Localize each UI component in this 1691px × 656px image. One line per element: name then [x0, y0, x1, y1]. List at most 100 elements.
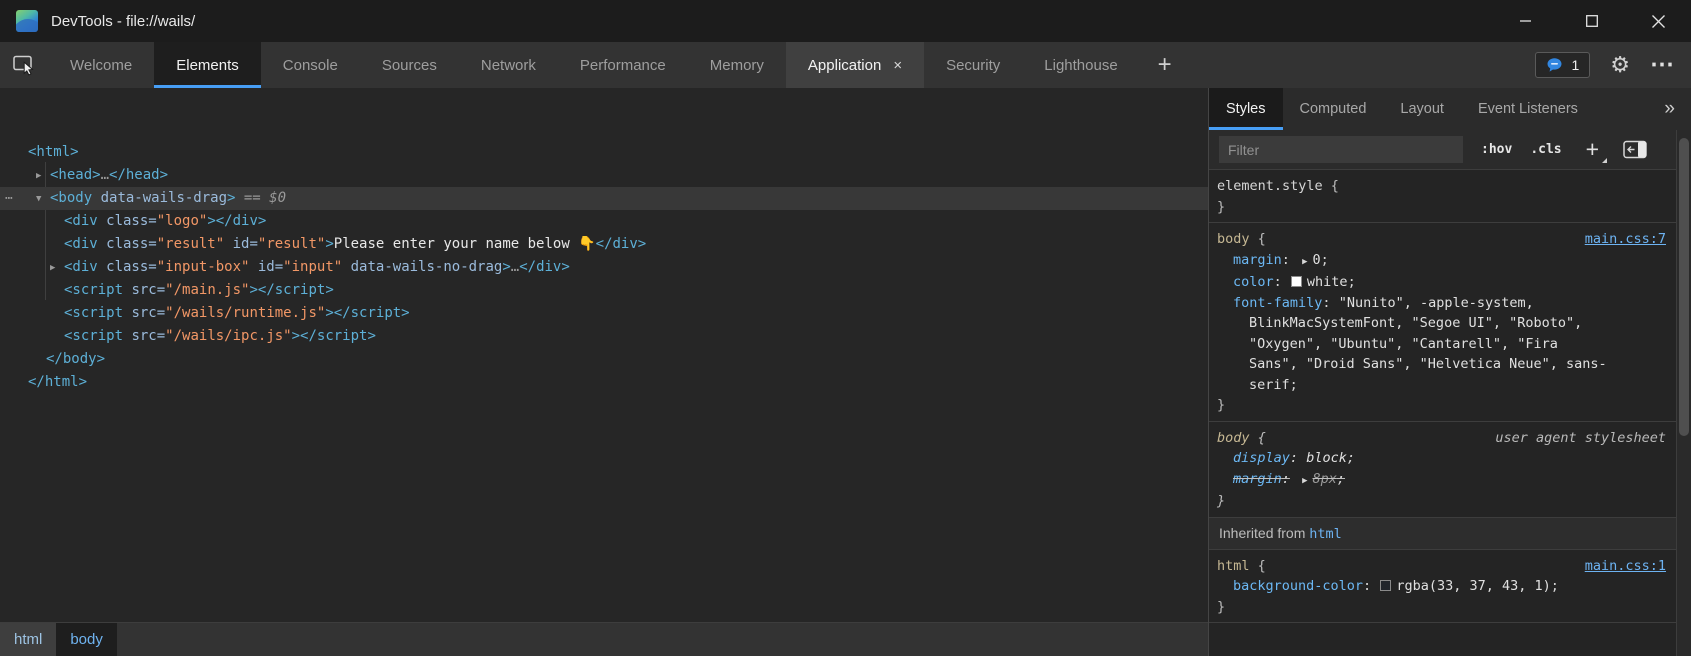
expand-arrow-icon[interactable]: ▶: [36, 165, 41, 188]
property-name[interactable]: color: [1233, 274, 1274, 290]
sidebar-tab-event-listeners[interactable]: Event Listeners: [1461, 88, 1595, 130]
tab-memory[interactable]: Memory: [688, 42, 786, 88]
dom-tree-row[interactable]: <html>: [0, 141, 1208, 164]
dom-tree-row[interactable]: </html>: [0, 371, 1208, 394]
more-options-icon[interactable]: ⋯: [1650, 59, 1675, 71]
rule-selector[interactable]: body: [1217, 430, 1250, 446]
tab-sources[interactable]: Sources: [360, 42, 459, 88]
tab-lighthouse[interactable]: Lighthouse: [1022, 42, 1139, 88]
code-segment: "input-box": [157, 259, 250, 275]
breadcrumb-body[interactable]: body: [56, 623, 117, 656]
issues-chat-icon: [1546, 57, 1563, 73]
dom-tree-row[interactable]: <script src="/main.js"></script>: [0, 279, 1208, 302]
code-segment: "result": [157, 236, 224, 252]
sidebar-tab-styles[interactable]: Styles: [1209, 88, 1283, 130]
tab-performance[interactable]: Performance: [558, 42, 688, 88]
add-tab-button[interactable]: +: [1140, 42, 1190, 88]
property-colon: :: [1274, 274, 1282, 290]
tab-security[interactable]: Security: [924, 42, 1022, 88]
close-tab-icon[interactable]: ×: [893, 57, 902, 74]
dom-tree-row[interactable]: ▶<div class="input-box" id="input" data-…: [0, 256, 1208, 279]
tab-label: Elements: [176, 57, 239, 74]
color-swatch[interactable]: [1380, 580, 1391, 591]
toggle-pseudo-state-button[interactable]: :hov: [1481, 142, 1512, 157]
sidebar-tab-computed[interactable]: Computed: [1283, 88, 1384, 130]
sidebar-tabs: StylesComputedLayoutEvent Listeners »: [1209, 88, 1691, 130]
open-brace: {: [1250, 558, 1266, 574]
tab-label: Memory: [710, 57, 764, 74]
code-segment: ></div>: [207, 213, 266, 229]
new-style-rule-button[interactable]: +: [1580, 138, 1605, 161]
css-property[interactable]: margin: ▶0;: [1217, 250, 1610, 273]
property-name[interactable]: display: [1233, 450, 1290, 466]
property-value[interactable]: 8px: [1312, 471, 1336, 487]
property-value[interactable]: 0: [1312, 252, 1320, 268]
rule-selector[interactable]: body: [1217, 231, 1250, 247]
close-button[interactable]: [1625, 0, 1691, 42]
color-swatch[interactable]: [1291, 276, 1302, 287]
css-property[interactable]: display: block;: [1217, 448, 1610, 469]
code-segment: id=: [224, 236, 258, 252]
property-value[interactable]: block: [1306, 450, 1347, 466]
breadcrumb-html[interactable]: html: [0, 623, 56, 656]
close-brace: }: [1217, 395, 1666, 416]
dom-tree-row[interactable]: <div class="logo"></div>: [0, 210, 1208, 233]
row-more-icon[interactable]: ⋯: [5, 187, 14, 210]
toggle-element-classes-button[interactable]: .cls: [1530, 142, 1561, 157]
property-value[interactable]: rgba(33, 37, 43, 1): [1396, 578, 1550, 594]
css-property[interactable]: background-color: rgba(33, 37, 43, 1);: [1217, 576, 1610, 597]
minimize-button[interactable]: [1493, 0, 1559, 42]
property-name[interactable]: font-family: [1233, 295, 1322, 311]
property-semicolon: ;: [1348, 274, 1356, 290]
sidebar-tab-layout[interactable]: Layout: [1383, 88, 1461, 130]
code-segment: "input": [283, 259, 342, 275]
tab-console[interactable]: Console: [261, 42, 360, 88]
code-segment: id=: [249, 259, 283, 275]
issues-counter-button[interactable]: 1: [1535, 52, 1590, 78]
tab-elements[interactable]: Elements: [154, 42, 261, 88]
css-rule: element.style {}: [1209, 170, 1676, 223]
dom-tree-row[interactable]: <script src="/wails/ipc.js"></script>: [0, 325, 1208, 348]
dom-tree-row[interactable]: <div class="result" id="result">Please e…: [0, 233, 1208, 256]
rule-selector[interactable]: element.style: [1217, 178, 1323, 194]
css-property[interactable]: font-family: "Nunito", -apple-system, Bl…: [1217, 293, 1610, 396]
expand-arrow-icon[interactable]: ▶: [50, 257, 55, 280]
collapse-arrow-icon[interactable]: ▼: [36, 188, 41, 211]
settings-gear-icon[interactable]: ⚙: [1610, 54, 1630, 76]
styles-body: :hov .cls + element.style {} body { main.c…: [1209, 130, 1691, 656]
title-bar: DevTools - file://wails/: [0, 0, 1691, 42]
styles-filter-input[interactable]: [1219, 136, 1463, 163]
tab-welcome[interactable]: Welcome: [48, 42, 154, 88]
property-name[interactable]: margin: [1233, 252, 1282, 268]
tab-application[interactable]: Application×: [786, 42, 924, 88]
toggle-computed-sidebar-icon[interactable]: [1623, 140, 1648, 159]
css-property[interactable]: color: white;: [1217, 272, 1610, 293]
expand-value-arrow-icon[interactable]: ▶: [1302, 471, 1307, 492]
dom-tree-row[interactable]: <script src="/wails/runtime.js"></script…: [0, 302, 1208, 325]
tab-network[interactable]: Network: [459, 42, 558, 88]
styles-scrollbar[interactable]: [1676, 130, 1691, 656]
code-segment: <div: [64, 259, 98, 275]
dom-tree-row[interactable]: ⋯▼<body data-wails-drag> == $0: [0, 187, 1208, 210]
property-value[interactable]: white: [1307, 274, 1348, 290]
rule-header: body {user agent stylesheet: [1217, 428, 1666, 449]
code-segment: <div: [64, 213, 98, 229]
css-property[interactable]: margin: ▶8px;: [1217, 469, 1610, 492]
property-colon: :: [1282, 471, 1290, 487]
open-brace: {: [1323, 178, 1339, 194]
maximize-button[interactable]: [1559, 0, 1625, 42]
expand-value-arrow-icon[interactable]: ▶: [1302, 252, 1307, 273]
main-area: <html>▶<head>…</head>⋯▼<body data-wails-…: [0, 88, 1691, 656]
scrollbar-thumb[interactable]: [1679, 138, 1689, 436]
dom-tree-row[interactable]: </body>: [0, 348, 1208, 371]
rule-selector[interactable]: html: [1217, 558, 1250, 574]
property-name[interactable]: background-color: [1233, 578, 1363, 594]
dom-tree-row[interactable]: ▶<head>…</head>: [0, 164, 1208, 187]
open-brace: {: [1250, 231, 1266, 247]
inspect-element-button[interactable]: [0, 42, 48, 88]
stylesheet-link[interactable]: main.css:1: [1585, 556, 1666, 577]
property-name[interactable]: margin: [1233, 471, 1282, 487]
more-tabs-chevron-icon[interactable]: »: [1648, 88, 1691, 130]
inherited-node-link[interactable]: html: [1309, 526, 1342, 542]
stylesheet-link[interactable]: main.css:7: [1585, 229, 1666, 250]
